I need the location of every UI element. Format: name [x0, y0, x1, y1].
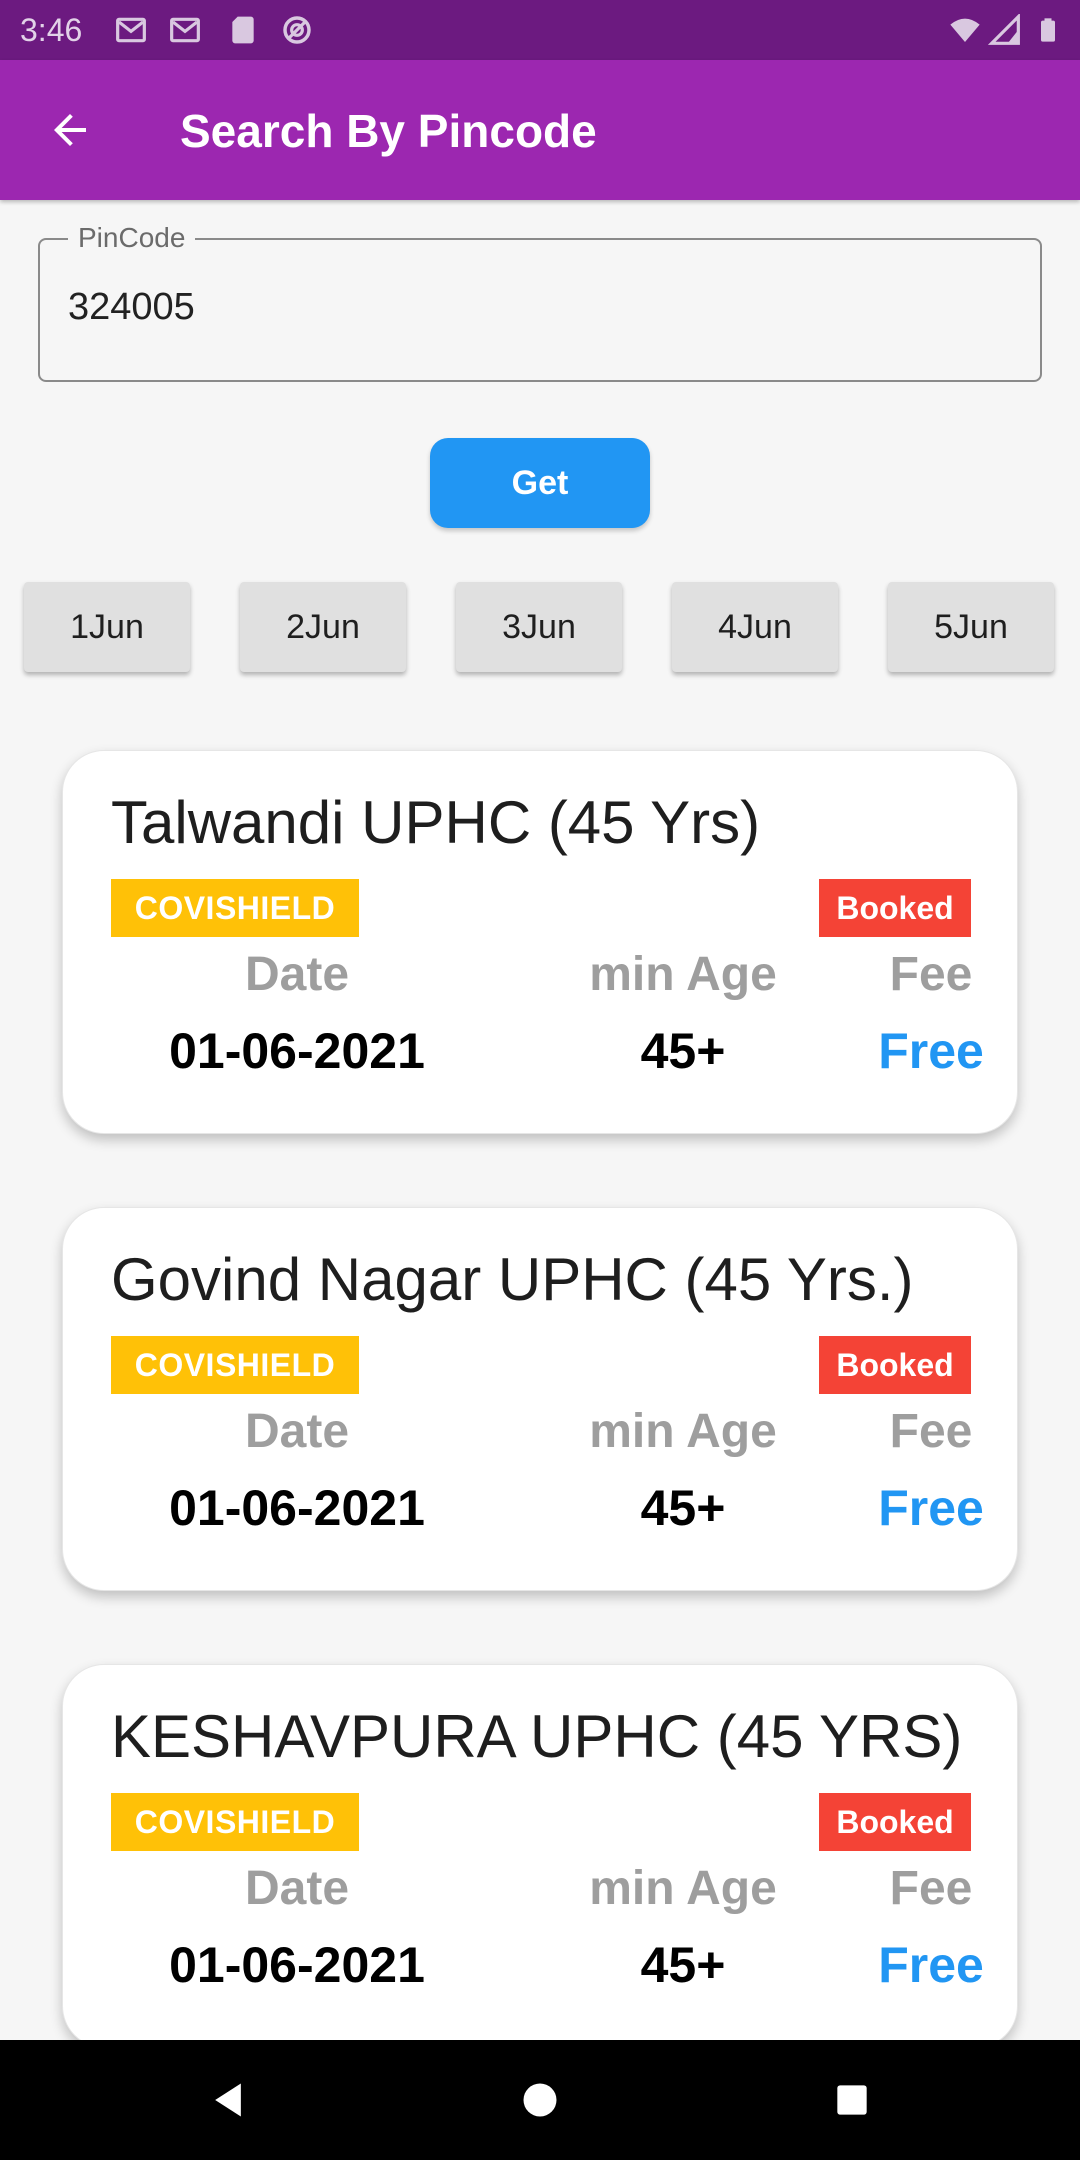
- date-label: Date: [244, 948, 350, 1001]
- date-chip-2[interactable]: 2Jun: [240, 582, 406, 672]
- min-age-label: min Age: [589, 1405, 777, 1458]
- get-button[interactable]: Get: [430, 438, 650, 528]
- fee-label: Fee: [889, 948, 973, 1001]
- fee-value: Free: [878, 1937, 984, 1993]
- date-value: 01-06-2021: [169, 1480, 425, 1536]
- page-title: Search By Pincode: [180, 105, 597, 157]
- status-badge: Booked: [819, 879, 971, 937]
- date-label: Date: [244, 1405, 350, 1458]
- battery-icon: [1034, 14, 1062, 46]
- center-name: KESHAVPURA UPHC (45 YRS): [111, 1703, 963, 1770]
- nav-back-button[interactable]: [196, 2068, 260, 2132]
- back-button[interactable]: [28, 96, 112, 164]
- min-age-label: min Age: [589, 1862, 777, 1915]
- fee-label: Fee: [889, 1405, 973, 1458]
- vaccine-badge: COVISHIELD: [111, 1336, 359, 1394]
- min-age-value: 45+: [640, 1480, 726, 1536]
- arrow-back-icon: [54, 114, 86, 146]
- status-badge: Booked: [819, 1336, 971, 1394]
- system-nav-bar: [0, 2040, 1080, 2160]
- date-chip-1[interactable]: 1Jun: [24, 582, 190, 672]
- home-circle-icon: [523, 2083, 557, 2117]
- pincode-field[interactable]: PinCode 324005: [38, 220, 1042, 382]
- recents-square-icon: [837, 2085, 867, 2115]
- fee-label: Fee: [889, 1862, 973, 1915]
- signal-icon: [988, 14, 1022, 46]
- app-bar: Search By Pincode: [0, 60, 1080, 200]
- vaccine-badge: COVISHIELD: [111, 1793, 359, 1851]
- fee-value: Free: [878, 1480, 984, 1536]
- vpn-icon: [280, 14, 314, 46]
- fee-value: Free: [878, 1023, 984, 1079]
- center-card[interactable]: Talwandi UPHC (45 Yrs) COVISHIELD Booked…: [62, 750, 1018, 1134]
- pincode-input[interactable]: 324005: [68, 284, 195, 330]
- center-card[interactable]: KESHAVPURA UPHC (45 YRS) COVISHIELD Book…: [62, 1664, 1018, 2048]
- date-value: 01-06-2021: [169, 1023, 425, 1079]
- center-name: Talwandi UPHC (45 Yrs): [111, 789, 761, 856]
- date-chip-5[interactable]: 5Jun: [888, 582, 1054, 672]
- min-age-label: min Age: [589, 948, 777, 1001]
- gmail-icon: [168, 14, 202, 46]
- status-time: 3:46: [20, 12, 83, 48]
- date-value: 01-06-2021: [169, 1937, 425, 1993]
- pincode-label: PinCode: [68, 220, 196, 256]
- sd-card-icon: [226, 14, 260, 46]
- date-chip-3[interactable]: 3Jun: [456, 582, 622, 672]
- center-name: Govind Nagar UPHC (45 Yrs.): [111, 1246, 914, 1313]
- back-triangle-icon: [215, 2083, 241, 2117]
- nav-home-button[interactable]: [508, 2068, 572, 2132]
- min-age-value: 45+: [640, 1937, 726, 1993]
- date-label: Date: [244, 1862, 350, 1915]
- vaccine-badge: COVISHIELD: [111, 879, 359, 937]
- status-bar: 3:46: [0, 0, 1080, 60]
- gmail-icon: [114, 14, 148, 46]
- center-card[interactable]: Govind Nagar UPHC (45 Yrs.) COVISHIELD B…: [62, 1207, 1018, 1591]
- wifi-icon: [946, 14, 984, 46]
- min-age-value: 45+: [640, 1023, 726, 1079]
- status-badge: Booked: [819, 1793, 971, 1851]
- nav-recents-button[interactable]: [820, 2068, 884, 2132]
- date-chip-4[interactable]: 4Jun: [672, 582, 838, 672]
